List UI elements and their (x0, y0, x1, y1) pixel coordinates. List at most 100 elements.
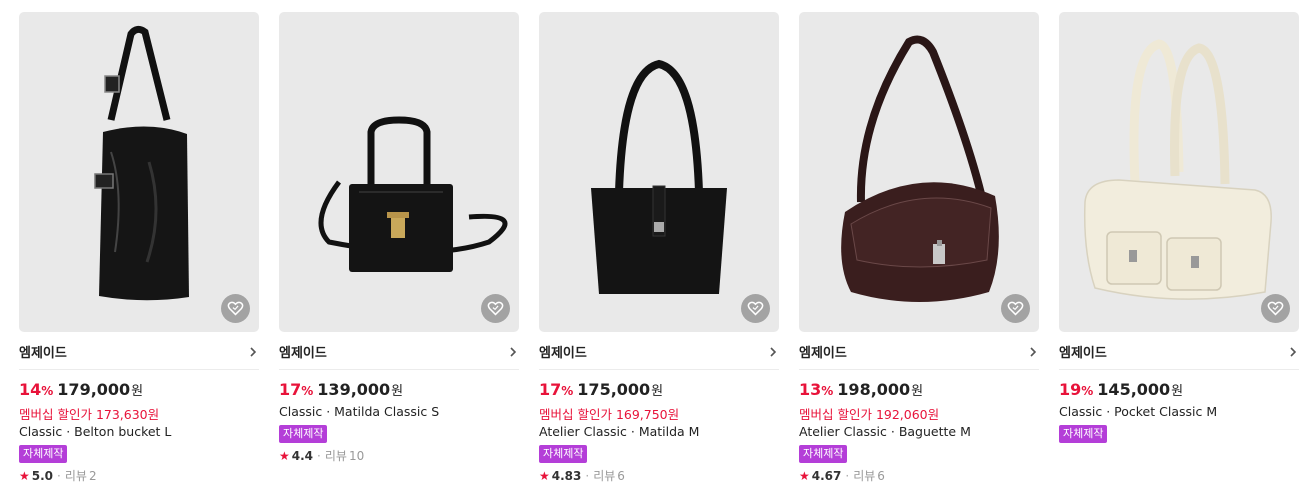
discount-percent-sign: % (1081, 384, 1094, 398)
brand-name: 엠제이드 (279, 346, 327, 361)
discount-rate: 14 (19, 380, 42, 399)
brand-name: 엠제이드 (799, 346, 847, 361)
review-count: 2 (88, 468, 97, 483)
wishlist-button[interactable] (1261, 294, 1290, 323)
mini-tote-bag-image (318, 116, 508, 272)
product-card[interactable]: 엠제이드 17% 175,000 원 멤버십 할인가 169,750원 Ateli… (539, 12, 779, 484)
product-image[interactable] (19, 12, 259, 332)
product-name[interactable]: Classic · Pocket Classic M (1059, 404, 1299, 422)
currency-unit: 원 (651, 384, 664, 399)
heart-icon (1007, 301, 1024, 316)
chevron-right-icon (1030, 346, 1037, 357)
currency-unit: 원 (1171, 384, 1184, 399)
baguette-bag-image (841, 35, 999, 302)
review-label: 리뷰 (853, 469, 876, 483)
sale-price: 175,000 (577, 380, 651, 399)
rating-score: 4.4 (291, 448, 314, 463)
review-label: 리뷰 (593, 469, 616, 483)
rating-row: ★ 4.83 · 리뷰 6 (539, 467, 779, 484)
price-row: 19% 145,000 원 (1059, 380, 1299, 402)
review-label: 리뷰 (64, 469, 87, 483)
review-label: 리뷰 (324, 449, 347, 463)
product-image[interactable] (1059, 12, 1299, 332)
currency-unit: 원 (391, 384, 404, 399)
star-icon: ★ (19, 468, 30, 483)
rating-score: 4.67 (811, 468, 842, 483)
chevron-right-icon (510, 346, 517, 357)
price-row: 14% 179,000 원 (19, 380, 259, 402)
member-price: 멤버십 할인가 169,750원 (539, 407, 680, 422)
price-row: 13% 198,000 원 (799, 380, 1039, 402)
product-name[interactable]: Classic · Belton bucket L (19, 424, 259, 442)
chevron-right-icon (250, 346, 257, 357)
separator-dot: · (845, 468, 850, 483)
discount-rate: 17 (539, 380, 562, 399)
brand-link[interactable]: 엠제이드 (539, 332, 779, 370)
discount-percent-sign: % (561, 384, 574, 398)
member-price: 멤버십 할인가 173,630원 (19, 407, 160, 422)
currency-unit: 원 (911, 384, 924, 399)
in-house-badge: 자체제작 (799, 445, 848, 463)
product-name[interactable]: Atelier Classic · Baguette M (799, 424, 1039, 442)
discount-rate: 13 (799, 380, 822, 399)
product-image[interactable] (539, 12, 779, 332)
heart-icon (227, 301, 244, 316)
rating-row: ★ 4.67 · 리뷰 6 (799, 467, 1039, 484)
in-house-badge: 자체제작 (279, 425, 328, 443)
rating-score: 4.83 (551, 468, 582, 483)
in-house-badge: 자체제작 (1059, 425, 1108, 443)
sale-price: 179,000 (57, 380, 131, 399)
product-card[interactable]: 엠제이드 17% 139,000 원 Classic · Matilda Clas… (279, 12, 519, 464)
discount-rate: 19 (1059, 380, 1082, 399)
star-icon: ★ (799, 468, 810, 483)
product-grid: 엠제이드 14% 179,000 원 멤버십 할인가 173,630원 Class… (0, 0, 1313, 492)
product-name[interactable]: Atelier Classic · Matilda M (539, 424, 779, 442)
price-row: 17% 175,000 원 (539, 380, 779, 402)
brand-name: 엠제이드 (19, 346, 67, 361)
wishlist-button[interactable] (741, 294, 770, 323)
discount-percent-sign: % (41, 384, 54, 398)
star-icon: ★ (279, 448, 290, 463)
wishlist-button[interactable] (1001, 294, 1030, 323)
rating-row: ★ 5.0 · 리뷰 2 (19, 467, 259, 484)
product-image[interactable] (279, 12, 519, 332)
heart-icon (1267, 301, 1284, 316)
brand-link[interactable]: 엠제이드 (799, 332, 1039, 370)
sale-price: 145,000 (1097, 380, 1171, 399)
brand-link[interactable]: 엠제이드 (279, 332, 519, 370)
currency-unit: 원 (131, 384, 144, 399)
chevron-right-icon (1290, 346, 1297, 357)
rating-score: 5.0 (31, 468, 54, 483)
review-count: 10 (348, 448, 365, 463)
bucket-bag-image (94, 25, 189, 301)
separator-dot: · (57, 468, 61, 483)
separator-dot: · (585, 468, 590, 483)
separator-dot: · (317, 448, 321, 463)
sale-price: 139,000 (317, 380, 391, 399)
discount-rate: 17 (279, 380, 302, 399)
pocket-bag-image (1083, 39, 1272, 300)
price-row: 17% 139,000 원 (279, 380, 519, 402)
heart-icon (487, 301, 504, 316)
product-card[interactable]: 엠제이드 14% 179,000 원 멤버십 할인가 173,630원 Class… (19, 12, 259, 484)
star-icon: ★ (539, 468, 550, 483)
member-price: 멤버십 할인가 192,060원 (799, 407, 940, 422)
review-count: 6 (617, 468, 625, 483)
review-count: 6 (877, 468, 885, 483)
in-house-badge: 자체제작 (19, 445, 68, 463)
rating-row: ★ 4.4 · 리뷰 10 (279, 447, 519, 464)
brand-link[interactable]: 엠제이드 (1059, 332, 1299, 370)
sale-price: 198,000 (837, 380, 911, 399)
product-image[interactable] (799, 12, 1039, 332)
product-name[interactable]: Classic · Matilda Classic S (279, 404, 519, 422)
in-house-badge: 자체제작 (539, 445, 588, 463)
brand-name: 엠제이드 (1059, 346, 1107, 361)
tote-bag-image (591, 59, 727, 294)
brand-link[interactable]: 엠제이드 (19, 332, 259, 370)
brand-name: 엠제이드 (539, 346, 587, 361)
product-card[interactable]: 엠제이드 13% 198,000 원 멤버십 할인가 192,060원 Ateli… (799, 12, 1039, 484)
discount-percent-sign: % (301, 384, 314, 398)
wishlist-button[interactable] (481, 294, 510, 323)
wishlist-button[interactable] (221, 294, 250, 323)
product-card[interactable]: 엠제이드 19% 145,000 원 Classic · Pocket Class… (1059, 12, 1299, 443)
